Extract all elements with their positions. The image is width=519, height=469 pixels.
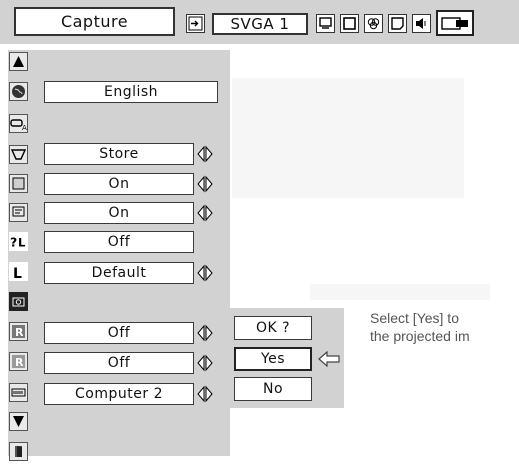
logo-icon: ? L [9, 232, 28, 251]
display-adjust-arrows[interactable] [197, 204, 213, 222]
blue-back-adjust-arrows[interactable] [197, 175, 213, 193]
terminal-value[interactable]: Computer 2 [44, 383, 194, 405]
display-value[interactable]: On [44, 202, 194, 224]
ceiling-icon: R [9, 322, 28, 341]
blue-back-value[interactable]: On [44, 173, 194, 195]
screen-icon[interactable] [340, 14, 359, 33]
rear-icon: R [9, 352, 28, 371]
svg-text:L: L [13, 266, 22, 280]
video-icon[interactable] [436, 10, 474, 36]
menu-title: Capture [14, 7, 175, 36]
blue-back-icon [9, 174, 28, 193]
confirm-question: OK ? [234, 316, 312, 340]
hint-line-2: the projected im [370, 328, 470, 344]
preview-strip [310, 284, 490, 300]
rear-adjust-arrows[interactable] [197, 354, 213, 372]
arrow-down-icon[interactable] [9, 412, 28, 431]
yes-button[interactable]: Yes [234, 347, 312, 371]
ceiling-adjust-arrows[interactable] [197, 324, 213, 342]
logo-select-value[interactable]: Default [44, 262, 194, 284]
display-icon [9, 203, 28, 222]
logo-value[interactable]: Off [44, 231, 194, 253]
keystone-adjust-arrows[interactable] [197, 145, 213, 163]
svg-text:A: A [22, 124, 27, 131]
keystone-value[interactable]: Store [44, 143, 194, 165]
color-icon[interactable] [364, 14, 383, 33]
auto-setup-icon: A [9, 114, 28, 133]
exit-icon[interactable] [9, 442, 28, 461]
svg-text:?: ? [10, 234, 17, 249]
sound-icon[interactable] [412, 14, 431, 33]
arrow-up-icon[interactable] [9, 52, 28, 71]
logo-select-icon: L [9, 262, 28, 281]
no-button[interactable]: No [234, 377, 312, 401]
preview-area [232, 78, 464, 198]
language-icon [9, 82, 28, 101]
pointer-arrow-icon [318, 350, 340, 371]
terminal-icon [9, 383, 28, 402]
hint-line-1: Select [Yes] to [370, 310, 459, 326]
capture-icon [9, 292, 28, 311]
logo-select-adjust-arrows[interactable] [197, 264, 213, 282]
svg-text:R: R [15, 356, 24, 369]
rear-value[interactable]: Off [44, 352, 194, 374]
setting-icon[interactable] [388, 14, 407, 33]
keystone-icon [9, 145, 28, 164]
ceiling-value[interactable]: Off [44, 322, 194, 344]
terminal-adjust-arrows[interactable] [197, 385, 213, 403]
image-icon[interactable] [316, 14, 335, 33]
input-icon[interactable] [186, 14, 205, 33]
source-label: SVGA 1 [212, 13, 308, 35]
svg-text:R: R [15, 326, 24, 339]
language-value[interactable]: English [44, 81, 218, 103]
svg-text:L: L [18, 235, 26, 249]
